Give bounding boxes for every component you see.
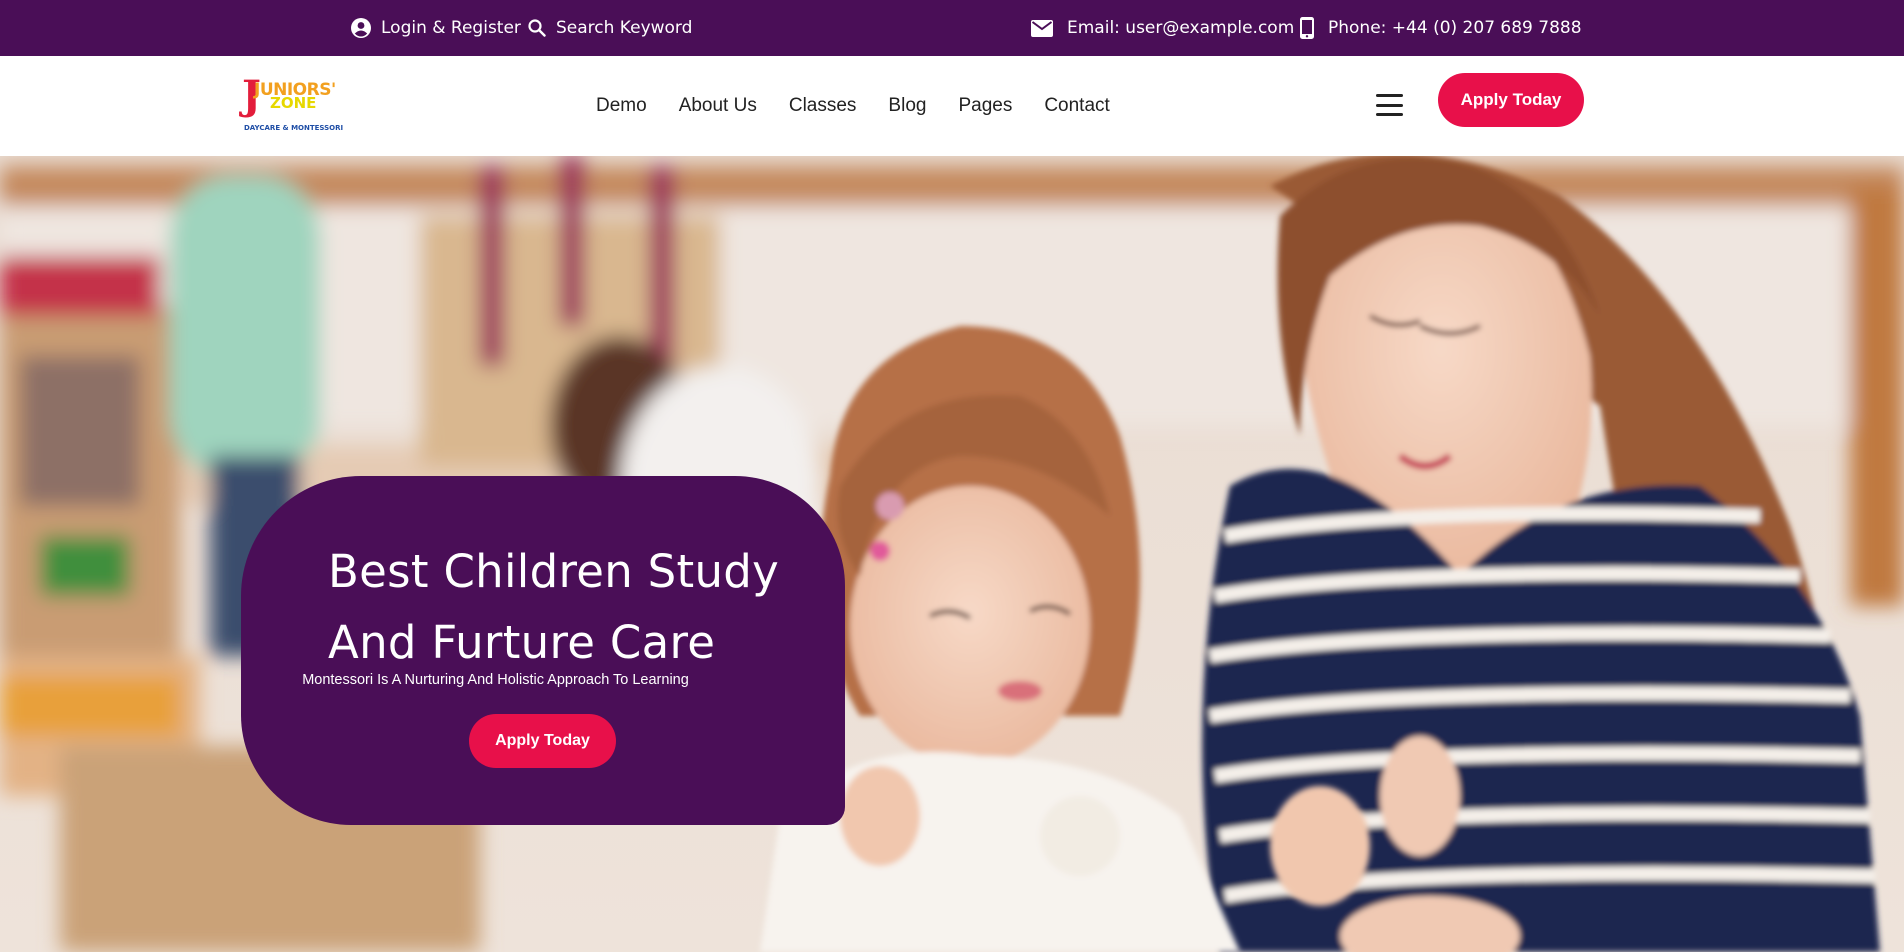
email-contact[interactable]: Email: user@example.com xyxy=(1031,0,1294,56)
phone-icon xyxy=(1300,17,1314,39)
logo-line2: ZONE xyxy=(270,94,317,112)
header-apply-today-button[interactable]: Apply Today xyxy=(1438,73,1584,127)
email-label: Email: user@example.com xyxy=(1067,18,1295,38)
nav-item-blog[interactable]: Blog xyxy=(872,95,942,117)
site-logo[interactable]: J JUNIORS' ZONE DAYCARE & MONTESSORI xyxy=(242,74,344,138)
logo-tagline: DAYCARE & MONTESSORI xyxy=(244,124,344,132)
phone-label: Phone: +44 (0) 207 689 7888 xyxy=(1328,18,1582,38)
search-icon xyxy=(528,19,546,37)
search-keyword-label: Search Keyword xyxy=(556,18,693,38)
login-register-link[interactable]: Login & Register xyxy=(351,0,521,56)
hero-card: Best Children Study And Furture Care Mon… xyxy=(241,476,845,825)
hero-section: Best Children Study And Furture Care Mon… xyxy=(0,156,1904,952)
hero-subtitle: Montessori Is A Nurturing And Holistic A… xyxy=(302,672,689,688)
nav-item-classes[interactable]: Classes xyxy=(773,95,873,117)
hero-title: Best Children Study And Furture Care xyxy=(328,545,780,669)
user-circle-icon xyxy=(351,18,371,38)
login-register-label: Login & Register xyxy=(381,18,521,38)
primary-nav: Demo About Us Classes Blog Pages Contact xyxy=(580,56,1126,156)
nav-item-contact[interactable]: Contact xyxy=(1028,95,1125,117)
top-bar: Login & Register Search Keyword Email: u… xyxy=(0,0,1904,56)
main-header: J JUNIORS' ZONE DAYCARE & MONTESSORI Dem… xyxy=(0,56,1904,156)
search-keyword-link[interactable]: Search Keyword xyxy=(528,0,692,56)
hamburger-menu-icon[interactable] xyxy=(1376,94,1403,116)
nav-item-pages[interactable]: Pages xyxy=(942,95,1028,117)
phone-contact[interactable]: Phone: +44 (0) 207 689 7888 xyxy=(1300,0,1582,56)
mail-icon xyxy=(1031,19,1053,37)
nav-item-demo[interactable]: Demo xyxy=(580,95,663,117)
nav-item-about-us[interactable]: About Us xyxy=(663,95,773,117)
hero-apply-today-button[interactable]: Apply Today xyxy=(469,714,616,768)
